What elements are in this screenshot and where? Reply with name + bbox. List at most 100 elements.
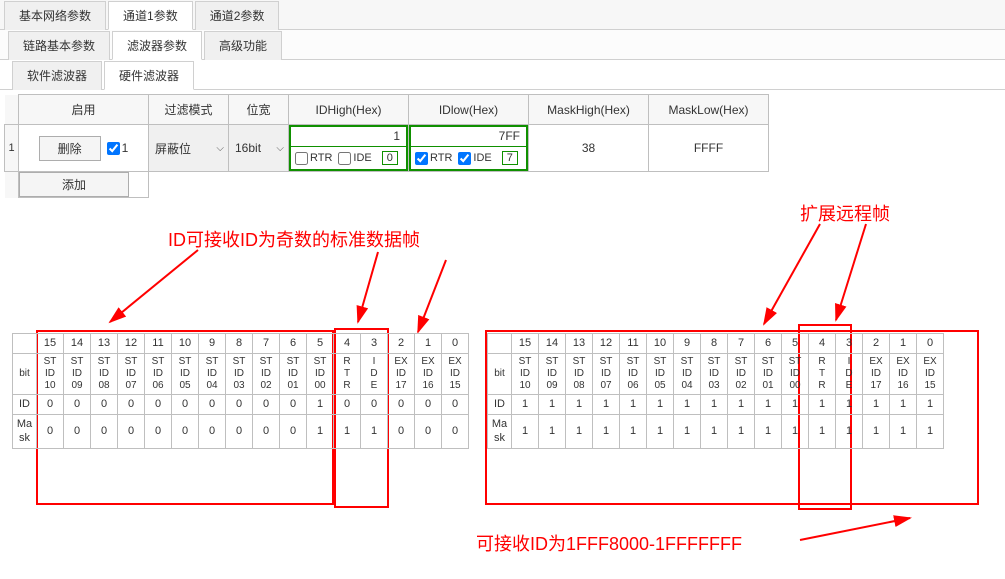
masklow-value[interactable]: FFFF <box>649 125 769 172</box>
bit-number: 4 <box>809 334 836 354</box>
enable-checkbox[interactable] <box>107 142 120 155</box>
bit-id-value: 0 <box>37 395 64 415</box>
bit-id-value: 0 <box>91 395 118 415</box>
maskhigh-value[interactable]: 38 <box>529 125 649 172</box>
rowlabel-mask: Mask <box>13 415 37 448</box>
tab-link-basic[interactable]: 链路基本参数 <box>8 31 110 60</box>
tab-basic-network[interactable]: 基本网络参数 <box>4 1 106 30</box>
bit-number: 2 <box>388 334 415 354</box>
idhigh-rtr-checkbox[interactable] <box>295 152 308 165</box>
bit-number: 0 <box>917 334 944 354</box>
bit-number: 3 <box>836 334 863 354</box>
idlow-ide-checkbox[interactable] <box>458 152 471 165</box>
bit-label: STID04 <box>199 354 226 395</box>
bit-mask-value: 1 <box>890 415 917 448</box>
bit-label: STID09 <box>64 354 91 395</box>
bit-number: 9 <box>199 334 226 354</box>
bit-mask-value: 1 <box>566 415 593 448</box>
tab-advanced[interactable]: 高级功能 <box>204 31 282 60</box>
bit-number: 13 <box>566 334 593 354</box>
bit-number: 11 <box>620 334 647 354</box>
bit-label: RTR <box>809 354 836 395</box>
bit-id-value: 1 <box>674 395 701 415</box>
bit-label: STID03 <box>226 354 253 395</box>
tab-channel1[interactable]: 通道1参数 <box>108 1 193 30</box>
filter-config-table: 启用 过滤模式 位宽 IDHigh(Hex) IDlow(Hex) MaskHi… <box>4 94 769 198</box>
col-idhigh: IDHigh(Hex) <box>289 95 409 125</box>
rowlabel-bit: bit <box>13 354 37 395</box>
bit-id-value: 1 <box>539 395 566 415</box>
bit-label: IDE <box>836 354 863 395</box>
row-index: 1 <box>5 125 19 172</box>
bit-label: STID02 <box>253 354 280 395</box>
bit-id-value: 1 <box>307 395 334 415</box>
bit-table-right: 1514131211109876543210bitSTID10STID09STI… <box>487 333 944 449</box>
bit-number: 6 <box>280 334 307 354</box>
mode-value: 屏蔽位 <box>155 140 191 157</box>
bit-label: STID06 <box>620 354 647 395</box>
col-width: 位宽 <box>229 95 289 125</box>
bit-id-value: 1 <box>917 395 944 415</box>
bit-mask-value: 0 <box>388 415 415 448</box>
rowlabel-id: ID <box>13 395 37 415</box>
bit-number: 8 <box>226 334 253 354</box>
bit-id-value: 1 <box>809 395 836 415</box>
bit-id-value: 0 <box>388 395 415 415</box>
bit-number: 4 <box>334 334 361 354</box>
bit-id-value: 0 <box>226 395 253 415</box>
bit-id-value: 1 <box>512 395 539 415</box>
mode-dropdown[interactable]: 屏蔽位 ⌵ <box>149 125 228 171</box>
idlow-rtr-checkbox[interactable] <box>415 152 428 165</box>
idhigh-mini[interactable]: 0 <box>382 151 398 165</box>
tab-soft-filter[interactable]: 软件滤波器 <box>12 61 102 90</box>
bit-label: EXID15 <box>917 354 944 395</box>
bit-label: EXID16 <box>415 354 442 395</box>
idhigh-ide-checkbox[interactable] <box>338 152 351 165</box>
col-enable: 启用 <box>19 95 149 125</box>
bit-mask-value: 1 <box>728 415 755 448</box>
bit-mask-value: 1 <box>917 415 944 448</box>
width-dropdown[interactable]: 16bit ⌵ <box>229 125 288 171</box>
bit-label: STID06 <box>145 354 172 395</box>
bit-mask-value: 0 <box>91 415 118 448</box>
idhigh-value[interactable]: 1 <box>291 127 406 147</box>
bit-label: STID00 <box>307 354 334 395</box>
bit-label: STID00 <box>782 354 809 395</box>
bit-number: 14 <box>539 334 566 354</box>
bit-table-left: 1514131211109876543210bitSTID10STID09STI… <box>12 333 469 449</box>
add-button[interactable]: 添加 <box>19 172 129 197</box>
bit-id-value: 1 <box>728 395 755 415</box>
tab-hard-filter[interactable]: 硬件滤波器 <box>104 61 194 90</box>
bit-id-value: 0 <box>280 395 307 415</box>
bit-mask-value: 0 <box>226 415 253 448</box>
delete-button[interactable]: 删除 <box>39 136 101 161</box>
bit-id-value: 1 <box>593 395 620 415</box>
annotation-ext-remote: 扩展远程帧 <box>800 200 890 226</box>
bit-mask-value: 0 <box>442 415 469 448</box>
bit-number: 11 <box>145 334 172 354</box>
bit-number: 7 <box>253 334 280 354</box>
bit-mask-value: 0 <box>199 415 226 448</box>
bit-number: 5 <box>307 334 334 354</box>
tab-channel2[interactable]: 通道2参数 <box>195 1 280 30</box>
bit-number: 10 <box>647 334 674 354</box>
bit-number: 5 <box>782 334 809 354</box>
bit-mask-value: 1 <box>620 415 647 448</box>
bit-mask-value: 0 <box>64 415 91 448</box>
idlow-mini[interactable]: 7 <box>502 151 518 165</box>
bit-number: 8 <box>701 334 728 354</box>
bit-mask-value: 1 <box>782 415 809 448</box>
bit-label: STID07 <box>118 354 145 395</box>
bit-number: 12 <box>593 334 620 354</box>
bit-number: 9 <box>674 334 701 354</box>
bit-number: 14 <box>64 334 91 354</box>
bit-mask-value: 1 <box>701 415 728 448</box>
tabs-inner: 软件滤波器 硬件滤波器 <box>0 60 1005 90</box>
tab-filter-params[interactable]: 滤波器参数 <box>112 31 202 60</box>
bit-label: STID09 <box>539 354 566 395</box>
bit-label: STID03 <box>701 354 728 395</box>
bit-id-value: 0 <box>145 395 172 415</box>
idlow-value[interactable]: 7FF <box>411 127 526 147</box>
annotation-std-odd: ID可接收ID为奇数的标准数据帧 <box>168 226 420 252</box>
bit-number: 0 <box>442 334 469 354</box>
